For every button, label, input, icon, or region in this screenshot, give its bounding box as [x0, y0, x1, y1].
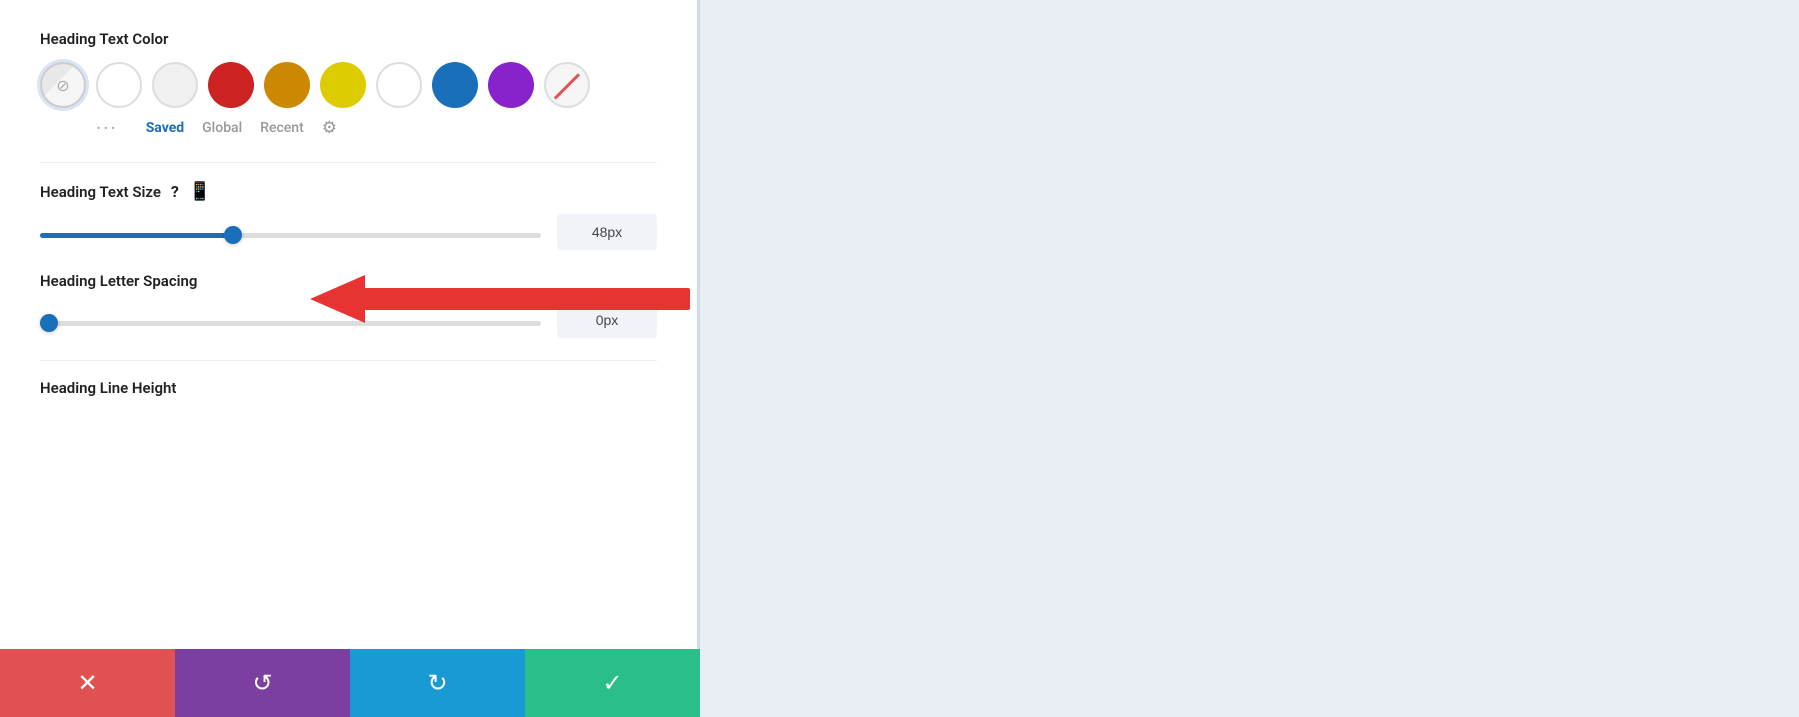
cancel-button[interactable]: ✕	[0, 649, 175, 717]
canvas-area	[700, 0, 1799, 717]
compass-icon: ⊘	[56, 76, 69, 95]
text-size-slider-row	[40, 214, 657, 250]
color-swatch-yellow[interactable]	[320, 62, 366, 108]
redo-icon: ↻	[427, 669, 447, 697]
color-swatches-row: ⊘	[40, 62, 657, 108]
heading-text-color-section: Heading Text Color ⊘ ··· Saved Global Re…	[40, 30, 657, 140]
confirm-icon: ✓	[602, 669, 622, 697]
color-swatch-white1[interactable]	[96, 62, 142, 108]
color-tabs-row: ··· Saved Global Recent ⚙	[96, 116, 657, 140]
color-swatch-none[interactable]	[544, 62, 590, 108]
letter-spacing-slider[interactable]	[40, 321, 541, 326]
text-size-slider-container	[40, 223, 541, 242]
color-swatch-purple[interactable]	[488, 62, 534, 108]
settings-panel: Heading Text Color ⊘ ··· Saved Global Re…	[0, 0, 700, 717]
heading-letter-spacing-section: Heading Letter Spacing	[40, 272, 657, 338]
divider-1	[40, 162, 657, 163]
undo-button[interactable]: ↺	[175, 649, 350, 717]
heading-text-size-section: Heading Text Size ? 📱	[40, 181, 657, 250]
heading-line-height-header: Heading Line Height	[40, 379, 657, 397]
more-options-dots[interactable]: ···	[96, 116, 118, 140]
letter-spacing-slider-container	[40, 311, 541, 330]
cancel-icon: ✕	[77, 669, 97, 697]
color-swatch-white2[interactable]	[152, 62, 198, 108]
bottom-toolbar: ✕ ↺ ↻ ✓	[0, 649, 700, 717]
color-swatch-transparent[interactable]: ⊘	[40, 62, 86, 108]
gear-icon[interactable]: ⚙	[322, 118, 337, 138]
undo-icon: ↺	[252, 669, 272, 697]
letter-spacing-slider-row	[40, 302, 657, 338]
color-swatch-white3[interactable]	[376, 62, 422, 108]
heading-text-size-label: Heading Text Size	[40, 183, 161, 201]
letter-spacing-value-input[interactable]	[557, 302, 657, 338]
text-size-value-input[interactable]	[557, 214, 657, 250]
heading-letter-spacing-label: Heading Letter Spacing	[40, 272, 197, 290]
tab-global[interactable]: Global	[202, 120, 242, 136]
heading-text-color-label: Heading Text Color	[40, 30, 657, 48]
color-swatch-blue[interactable]	[432, 62, 478, 108]
heading-line-height-label: Heading Line Height	[40, 379, 176, 397]
help-icon[interactable]: ?	[171, 182, 179, 201]
confirm-button[interactable]: ✓	[525, 649, 700, 717]
color-swatch-orange[interactable]	[264, 62, 310, 108]
tab-saved[interactable]: Saved	[146, 120, 184, 136]
mobile-device-icon[interactable]: 📱	[189, 181, 211, 202]
text-size-slider[interactable]	[40, 233, 541, 238]
tab-recent[interactable]: Recent	[260, 120, 304, 136]
divider-2	[40, 360, 657, 361]
heading-text-size-header: Heading Text Size ? 📱	[40, 181, 657, 202]
redo-button[interactable]: ↻	[350, 649, 525, 717]
heading-letter-spacing-header: Heading Letter Spacing	[40, 272, 657, 290]
heading-line-height-section: Heading Line Height	[40, 379, 657, 397]
color-swatch-red[interactable]	[208, 62, 254, 108]
